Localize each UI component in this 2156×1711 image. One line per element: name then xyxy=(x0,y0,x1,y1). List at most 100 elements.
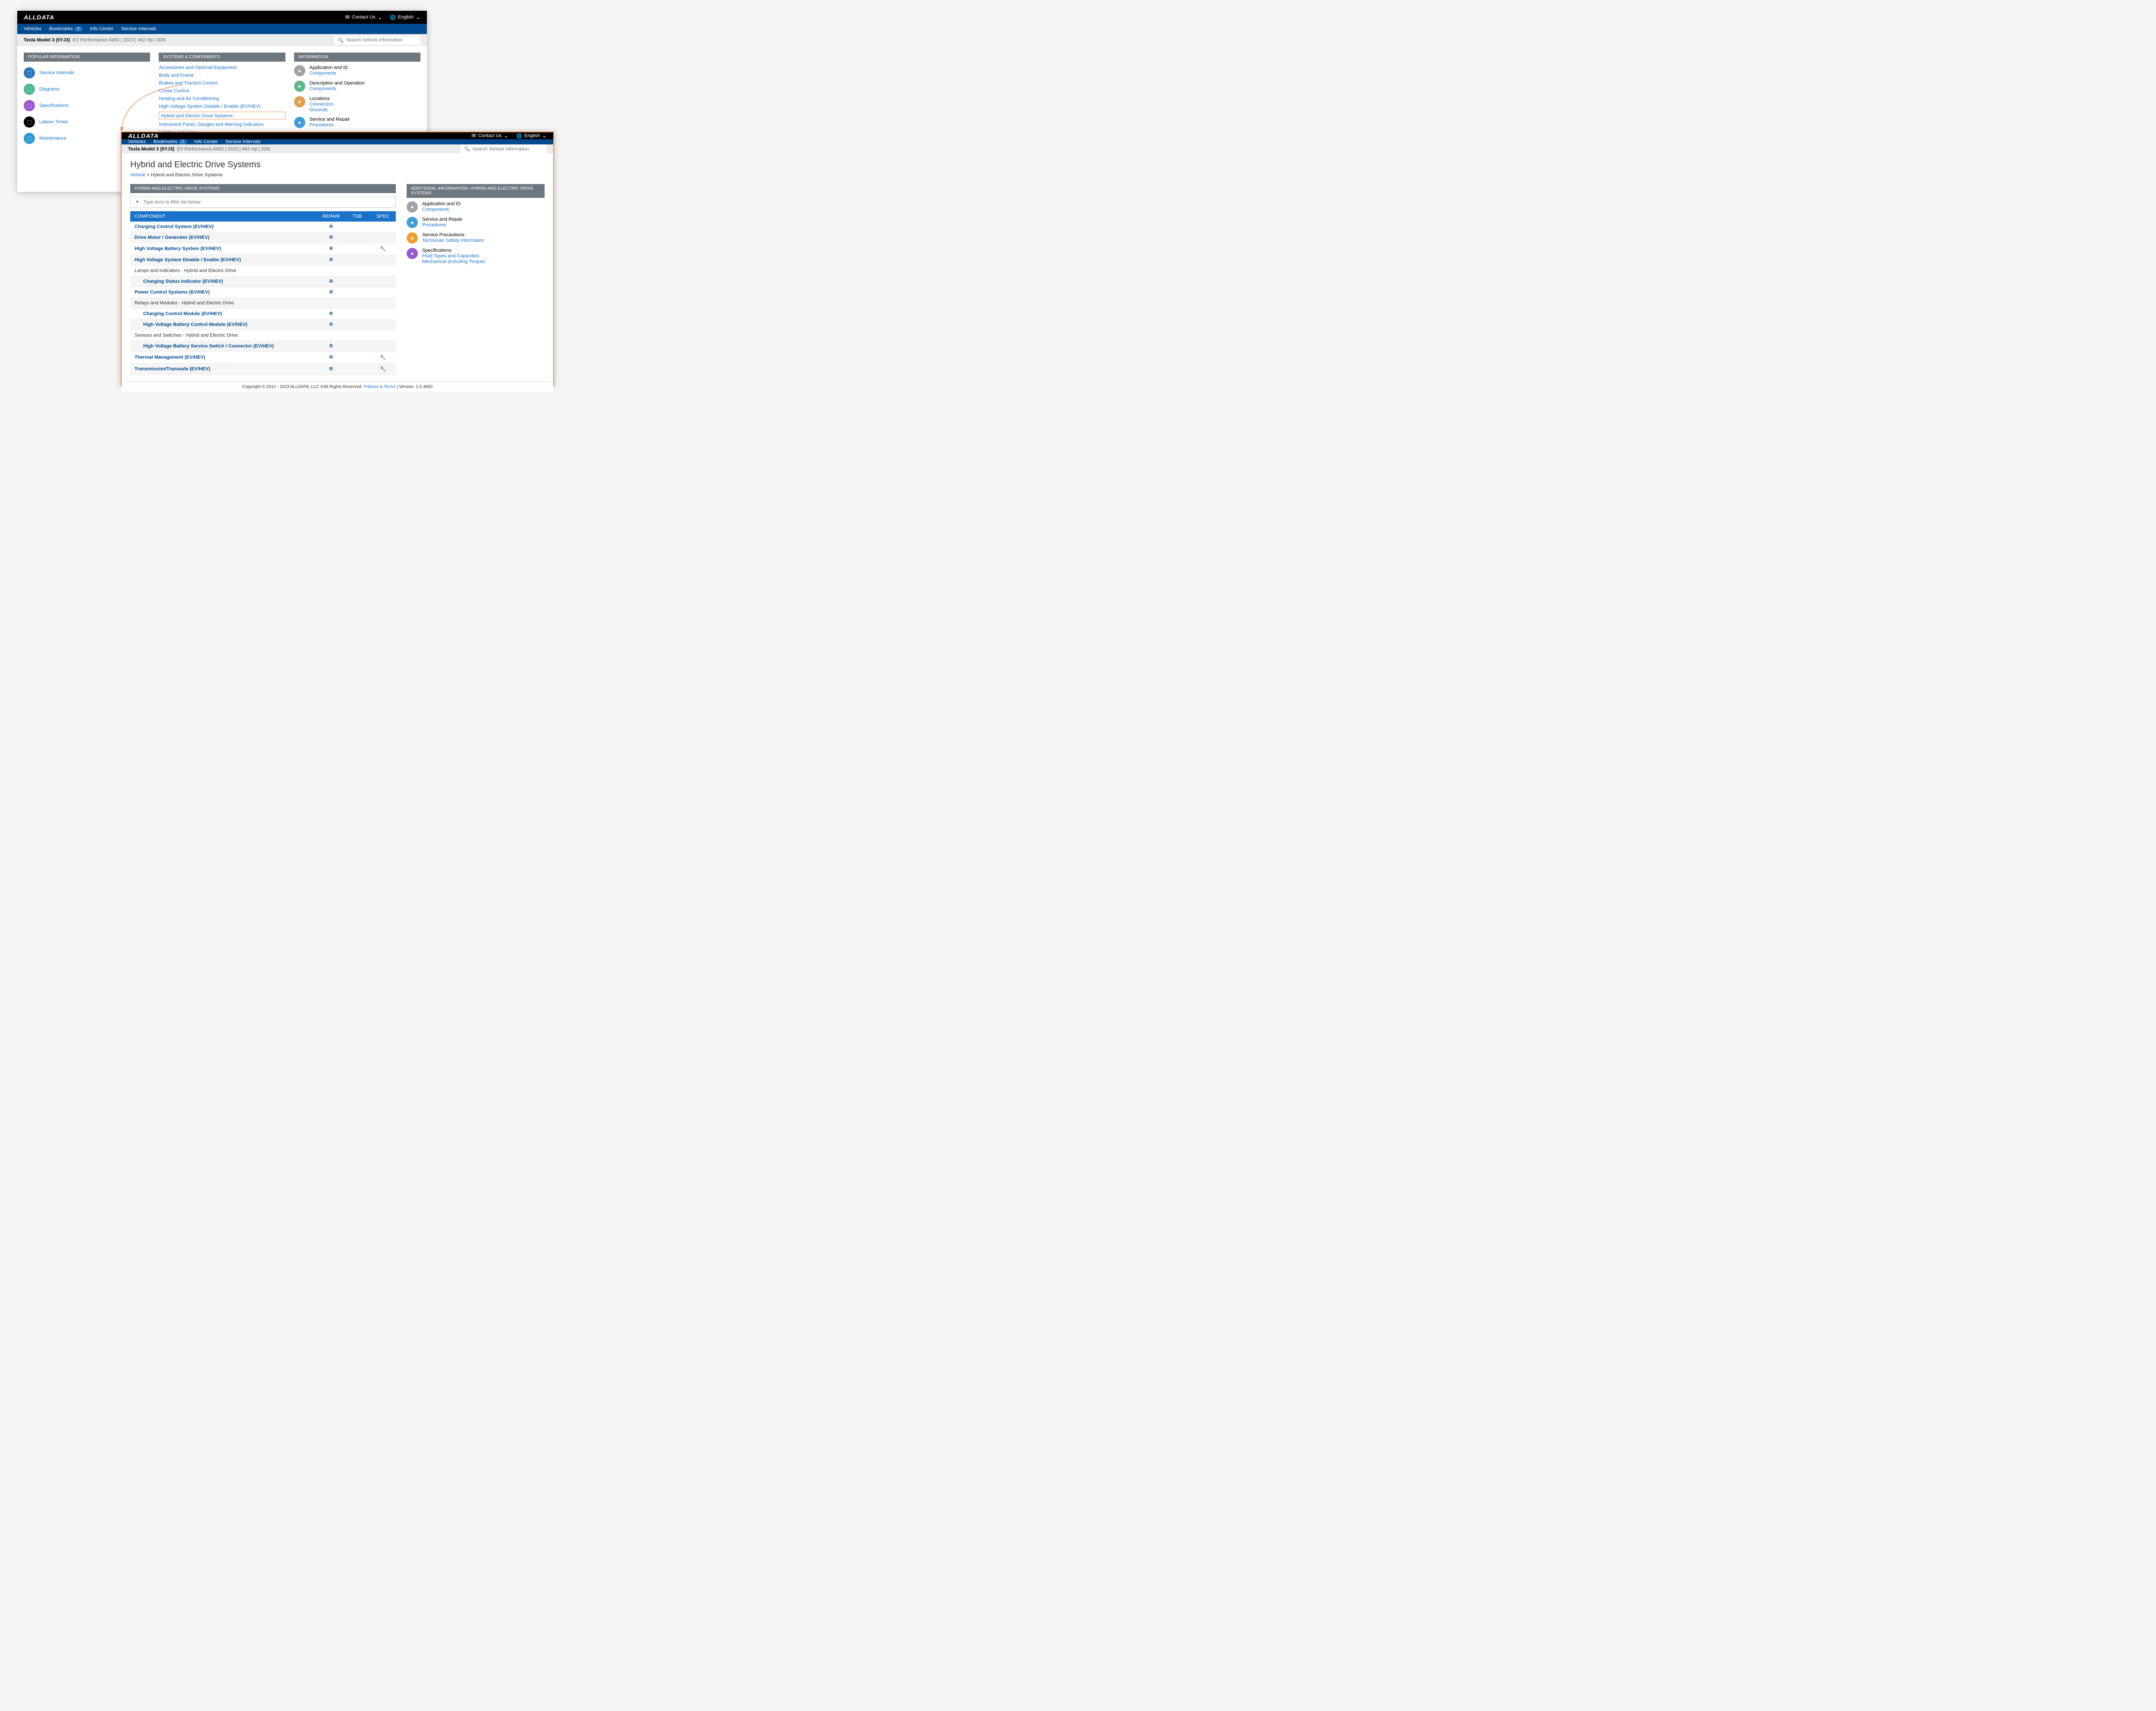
info-sublink[interactable]: Components xyxy=(422,207,461,212)
detail-main: HYBRID AND ELECTRIC DRIVE SYSTEMS ▼ COMP… xyxy=(130,184,396,375)
sidebar-header: ADDITIONAL INFORMATION: HYBRID AND ELECT… xyxy=(407,184,545,198)
highlighted-systems-link[interactable]: Hybrid and Electric Drive Systems xyxy=(159,112,285,119)
nav-bookmarks[interactable]: Bookmarks 7 xyxy=(49,26,82,31)
td-component: Drive Motor / Generator (EV/HEV) xyxy=(130,232,318,243)
info-item: ●Application and IDComponents xyxy=(294,65,420,76)
info-sublink[interactable]: Mechanical (including Torque) xyxy=(422,259,485,264)
contact-us-button[interactable]: Contact Us xyxy=(345,14,382,21)
systems-link[interactable]: High Voltage System Disable / Enable (EV… xyxy=(159,104,285,109)
popular-label: Maintenance xyxy=(39,136,66,141)
nav-vehicles[interactable]: Vehicles xyxy=(128,139,146,144)
td-repair[interactable]: R xyxy=(318,341,344,352)
component-link[interactable]: Charging Control System (EV/HEV) xyxy=(135,224,213,229)
footer-policies-link[interactable]: Policies & Terms xyxy=(364,385,396,389)
table-row: Transmission/Transaxle (EV/HEV) R 🔧 xyxy=(130,363,396,375)
info-sublink[interactable]: Fluid Types and Capacities xyxy=(422,253,485,259)
td-component: Charging Control System (EV/HEV) xyxy=(130,222,318,232)
info-item: ●Service and RepairProcedures xyxy=(407,217,545,228)
contact-us-button[interactable]: Contact Us xyxy=(471,132,508,139)
popular-item[interactable]: ⬚Diagrams xyxy=(24,84,150,95)
info-sublink[interactable]: Components xyxy=(310,71,348,76)
component-link[interactable]: Power Control Systems (EV/HEV) xyxy=(135,290,210,295)
filter-input[interactable] xyxy=(143,200,391,205)
td-repair[interactable]: R xyxy=(318,276,344,287)
vehicle-details: EV Performance AWD | 2023 | 462 Hp | 3D6 xyxy=(177,147,270,152)
td-spec[interactable]: 🔧 xyxy=(370,363,396,375)
systems-link[interactable]: Instrument Panel, Gauges and Warning Ind… xyxy=(159,122,285,127)
systems-link[interactable]: Body and Frame xyxy=(159,73,285,78)
info-item: ●Service PrecautionsTechnician Safety In… xyxy=(407,232,545,244)
info-item: ●Application and IDComponents xyxy=(407,201,545,213)
vehicle-info: Tesla Model 3 (5YJ3) EV Performance AWD … xyxy=(24,38,166,43)
search-box[interactable] xyxy=(334,36,420,45)
td-tsb xyxy=(344,330,370,341)
td-repair[interactable]: R xyxy=(318,287,344,298)
td-spec[interactable]: 🔧 xyxy=(370,352,396,363)
systems-link[interactable]: Accessories and Optional Equipment xyxy=(159,65,285,70)
nav-vehicles[interactable]: Vehicles xyxy=(24,26,41,31)
nav-service-intervals[interactable]: Service Intervals xyxy=(121,26,156,31)
nav-info-center[interactable]: Info Center xyxy=(90,26,113,31)
info-sublink[interactable]: Components xyxy=(310,86,365,91)
td-component: Relays and Modules - Hybrid and Electric… xyxy=(130,298,318,309)
td-tsb xyxy=(344,266,370,276)
component-link[interactable]: Charging Status Indicator (EV/HEV) xyxy=(135,279,223,284)
component-link[interactable]: Charging Control Module (EV/HEV) xyxy=(135,311,222,316)
info-sublink[interactable]: Technician Safety Information xyxy=(422,238,484,243)
info-sublink[interactable]: Connectors xyxy=(310,102,334,107)
td-tsb xyxy=(344,243,370,255)
systems-link[interactable]: Cruise Control xyxy=(159,88,285,94)
td-tsb xyxy=(344,276,370,287)
component-category: Lamps and Indicators - Hybrid and Electr… xyxy=(135,268,236,273)
info-sublink[interactable]: Procedures xyxy=(310,122,350,128)
td-repair[interactable]: R xyxy=(318,232,344,243)
td-spec[interactable]: 🔧 xyxy=(370,243,396,255)
td-repair[interactable]: R xyxy=(318,243,344,255)
component-link[interactable]: Transmission/Transaxle (EV/HEV) xyxy=(135,366,210,372)
systems-link[interactable]: Hybrid and Electric Drive Systems xyxy=(161,113,232,119)
nav-bookmarks[interactable]: Bookmarks 7 xyxy=(154,139,187,144)
info-sublink[interactable]: Grounds xyxy=(310,107,334,113)
td-repair[interactable]: R xyxy=(318,319,344,330)
component-link[interactable]: High Voltage System Disable / Enable (EV… xyxy=(135,257,241,263)
component-link[interactable]: Thermal Management (EV/HEV) xyxy=(135,355,205,360)
td-repair[interactable]: R xyxy=(318,255,344,266)
language-label: English xyxy=(398,15,414,20)
component-category: Sensors and Switches - Hybrid and Electr… xyxy=(135,333,238,338)
td-repair[interactable]: R xyxy=(318,352,344,363)
search-input[interactable] xyxy=(346,38,417,43)
detail-sidebar: ADDITIONAL INFORMATION: HYBRID AND ELECT… xyxy=(407,184,545,375)
td-repair[interactable]: R xyxy=(318,222,344,232)
systems-link[interactable]: Brakes and Traction Control xyxy=(159,81,285,86)
info-sublink[interactable]: Procedures xyxy=(422,222,463,228)
globe-icon xyxy=(516,133,522,139)
nav-info-center[interactable]: Info Center xyxy=(194,139,218,144)
search-input[interactable] xyxy=(473,147,543,152)
info-title: Application and ID xyxy=(310,65,348,70)
breadcrumb-root[interactable]: Vehicle xyxy=(130,172,145,178)
info-icon: ● xyxy=(407,232,418,244)
popular-item[interactable]: ⬚Labour Times xyxy=(24,116,150,128)
component-link[interactable]: High Voltage Battery Control Module (EV/… xyxy=(135,322,248,327)
component-link[interactable]: High Voltage Battery Service Switch / Co… xyxy=(135,344,274,349)
component-link[interactable]: High Voltage Battery System (EV/HEV) xyxy=(135,246,221,251)
systems-link[interactable]: Heating and Air Conditioning xyxy=(159,96,285,101)
popular-header: POPULAR INFORMATION xyxy=(24,53,150,62)
search-box[interactable] xyxy=(461,144,547,153)
nav-service-intervals[interactable]: Service Intervals xyxy=(226,139,260,144)
td-repair[interactable]: R xyxy=(318,363,344,375)
td-component: High Voltage Battery Control Module (EV/… xyxy=(130,319,318,330)
language-label: English xyxy=(524,133,540,138)
td-spec xyxy=(370,232,396,243)
popular-icon: ⬚ xyxy=(24,100,35,111)
language-button[interactable]: English xyxy=(516,132,547,139)
filter-box[interactable]: ▼ xyxy=(130,197,396,208)
component-link[interactable]: Drive Motor / Generator (EV/HEV) xyxy=(135,235,210,240)
chevron-down-icon xyxy=(377,14,382,21)
popular-item[interactable]: ⬚Specifications xyxy=(24,100,150,111)
wrench-icon: 🔧 xyxy=(380,366,386,372)
td-repair[interactable]: R xyxy=(318,309,344,319)
language-button[interactable]: English xyxy=(390,14,420,21)
popular-icon: ⬚ xyxy=(24,67,35,78)
popular-item[interactable]: ⬚Service Intervals xyxy=(24,67,150,78)
